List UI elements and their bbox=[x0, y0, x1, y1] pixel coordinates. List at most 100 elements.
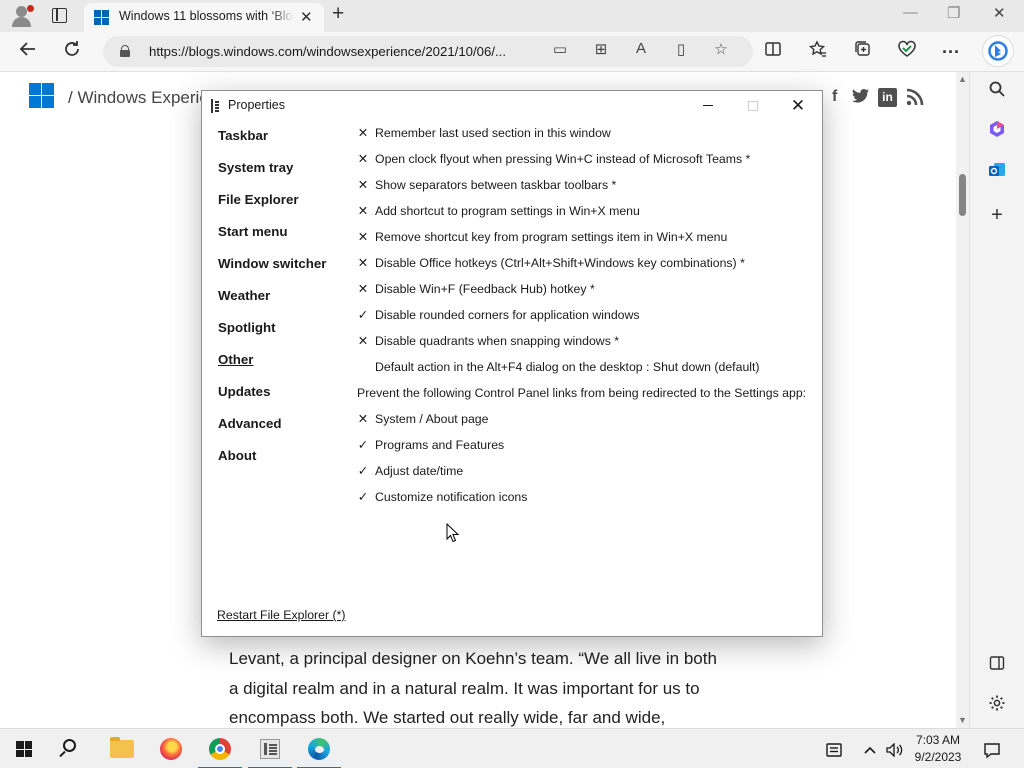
page-scrollbar[interactable]: ▲ ▼ bbox=[956, 72, 969, 728]
option-redirect-notification-icons[interactable]: ✓ Customize notification icons bbox=[357, 487, 817, 507]
taskbar-file-explorer[interactable] bbox=[98, 729, 146, 768]
system-clock[interactable]: 7:03 AM 9/2/2023 bbox=[908, 732, 968, 766]
option-mark: ✓ bbox=[357, 308, 369, 322]
nav-item-updates[interactable]: Updates bbox=[218, 384, 270, 399]
nav-item-taskbar[interactable]: Taskbar bbox=[218, 128, 268, 143]
browser-essentials-icon[interactable] bbox=[894, 39, 920, 65]
option-mark: ✕ bbox=[357, 178, 369, 192]
clock-date: 9/2/2023 bbox=[914, 750, 962, 764]
nav-item-other[interactable]: Other bbox=[218, 352, 253, 367]
refresh-icon[interactable] bbox=[59, 39, 85, 65]
browser-close-button[interactable]: ✕ bbox=[993, 4, 1006, 22]
dialog-minimize-button[interactable] bbox=[686, 93, 730, 119]
option-mark: ✕ bbox=[357, 152, 369, 166]
browser-tab-active[interactable]: Windows 11 blossoms with ‘Bloom’ ✕ bbox=[84, 3, 324, 32]
immersive-reader-icon[interactable]: ▯ bbox=[670, 40, 692, 58]
add-sidebar-app-icon[interactable]: + bbox=[986, 204, 1008, 226]
tab-actions-icon[interactable] bbox=[52, 8, 67, 23]
taskbar-properties-app[interactable] bbox=[246, 729, 294, 768]
clock-time: 7:03 AM bbox=[915, 733, 961, 747]
sidebar-settings-gear-icon[interactable] bbox=[986, 694, 1008, 716]
notification-center-icon[interactable] bbox=[980, 729, 1004, 768]
option-label: Default action in the Alt+F4 dialog on t… bbox=[375, 360, 760, 374]
twitter-icon[interactable] bbox=[852, 88, 870, 109]
taskbar-firefox[interactable] bbox=[147, 729, 195, 768]
option-winx-shortcut[interactable]: ✕ Add shortcut to program settings in Wi… bbox=[357, 201, 817, 221]
app-available-icon[interactable]: ▭ bbox=[549, 40, 571, 58]
windows-logo-icon[interactable] bbox=[29, 83, 54, 108]
nav-item-advanced[interactable]: Advanced bbox=[218, 416, 282, 431]
scroll-down-arrow-icon[interactable]: ▼ bbox=[958, 715, 967, 725]
outlook-icon[interactable] bbox=[986, 161, 1008, 183]
option-mark: ✓ bbox=[357, 438, 369, 452]
option-label: Add shortcut to program settings in Win+… bbox=[375, 204, 640, 218]
option-redirect-date-time[interactable]: ✓ Adjust date/time bbox=[357, 461, 817, 481]
new-tab-button[interactable]: + bbox=[332, 2, 344, 26]
dialog-close-button[interactable]: ✕ bbox=[776, 93, 820, 119]
edge-sidebar: + bbox=[969, 72, 1024, 728]
option-toolbar-separators[interactable]: ✕ Show separators between taskbar toolba… bbox=[357, 175, 817, 195]
nav-item-window-switcher[interactable]: Window switcher bbox=[218, 256, 326, 271]
restart-file-explorer-link[interactable]: Restart File Explorer (*) bbox=[217, 608, 345, 622]
option-mark: ✕ bbox=[357, 126, 369, 140]
collections-icon[interactable] bbox=[850, 39, 876, 65]
taskbar-chrome[interactable] bbox=[196, 729, 244, 768]
favorite-star-icon[interactable]: ☆ bbox=[710, 40, 732, 58]
firefox-icon bbox=[160, 738, 182, 760]
nav-item-weather[interactable]: Weather bbox=[218, 288, 270, 303]
browser-minimize-button[interactable]: — bbox=[903, 4, 918, 21]
favorites-icon[interactable] bbox=[805, 39, 831, 65]
bing-chat-icon[interactable] bbox=[982, 35, 1014, 67]
dialog-titlebar[interactable]: Properties ✕ bbox=[202, 91, 822, 121]
browser-tab-strip: Windows 11 blossoms with ‘Bloom’ ✕ + — ❐… bbox=[0, 0, 1024, 32]
back-arrow-icon[interactable] bbox=[15, 39, 41, 65]
dialog-title: Properties bbox=[228, 98, 285, 112]
option-feedback-hub-hotkey[interactable]: ✕ Disable Win+F (Feedback Hub) hotkey * bbox=[357, 279, 817, 299]
browser-restore-button[interactable]: ❐ bbox=[947, 4, 960, 22]
scroll-up-arrow-icon[interactable]: ▲ bbox=[958, 74, 967, 84]
split-screen-icon[interactable] bbox=[760, 39, 786, 65]
option-clock-flyout[interactable]: ✕ Open clock flyout when pressing Win+C … bbox=[357, 149, 817, 169]
option-label: Disable quadrants when snapping windows … bbox=[375, 334, 620, 348]
windows-start-icon bbox=[16, 741, 32, 757]
windows-taskbar: 7:03 AM 9/2/2023 bbox=[0, 728, 1024, 768]
scroll-thumb[interactable] bbox=[959, 174, 966, 216]
taskbar-edge[interactable] bbox=[295, 729, 343, 768]
option-remember-section[interactable]: ✕ Remember last used section in this win… bbox=[357, 123, 817, 143]
nav-item-file-explorer[interactable]: File Explorer bbox=[218, 192, 299, 207]
search-icon[interactable] bbox=[986, 80, 1008, 102]
more-options-icon[interactable]: ··· bbox=[938, 39, 964, 65]
volume-icon[interactable] bbox=[884, 729, 906, 768]
hide-sidebar-icon[interactable] bbox=[986, 655, 1008, 677]
news-widget-icon[interactable] bbox=[822, 729, 846, 768]
option-snap-quadrants[interactable]: ✕ Disable quadrants when snapping window… bbox=[357, 331, 817, 351]
apps-grid-icon[interactable]: ⊞ bbox=[590, 40, 612, 58]
nav-item-about[interactable]: About bbox=[218, 448, 256, 463]
option-redirect-programs-features[interactable]: ✓ Programs and Features bbox=[357, 435, 817, 455]
option-label: Disable rounded corners for application … bbox=[375, 308, 640, 322]
start-button[interactable] bbox=[0, 729, 48, 768]
nav-item-start-menu[interactable]: Start menu bbox=[218, 224, 287, 239]
url-text[interactable]: https://blogs.windows.com/windowsexperie… bbox=[149, 44, 506, 59]
option-alt-f4-default-action[interactable]: Default action in the Alt+F4 dialog on t… bbox=[357, 357, 817, 377]
nav-item-spotlight[interactable]: Spotlight bbox=[218, 320, 276, 335]
linkedin-icon[interactable]: in bbox=[878, 88, 897, 107]
option-mark: ✕ bbox=[357, 412, 369, 426]
article-line: Levant, a principal designer on Koehn’s … bbox=[229, 649, 717, 668]
office-icon[interactable] bbox=[986, 120, 1008, 142]
option-office-hotkeys[interactable]: ✕ Disable Office hotkeys (Ctrl+Alt+Shift… bbox=[357, 253, 817, 273]
option-winx-shortcut-key[interactable]: ✕ Remove shortcut key from program setti… bbox=[357, 227, 817, 247]
option-rounded-corners[interactable]: ✓ Disable rounded corners for applicatio… bbox=[357, 305, 817, 325]
article-line: encompass both. We started out really wi… bbox=[229, 708, 666, 727]
tray-overflow-chevron-icon[interactable] bbox=[860, 729, 880, 768]
tab-close-icon[interactable]: ✕ bbox=[300, 8, 313, 26]
rss-icon[interactable] bbox=[906, 88, 924, 111]
read-aloud-icon[interactable]: A bbox=[630, 40, 652, 57]
facebook-icon[interactable]: f bbox=[832, 88, 837, 106]
address-bar[interactable]: https://blogs.windows.com/windowsexperie… bbox=[103, 36, 753, 67]
taskbar-search-button[interactable] bbox=[48, 729, 96, 768]
profile-avatar-icon[interactable] bbox=[10, 5, 34, 27]
lock-icon[interactable] bbox=[120, 45, 130, 57]
nav-item-system-tray[interactable]: System tray bbox=[218, 160, 293, 175]
option-redirect-about-page[interactable]: ✕ System / About page bbox=[357, 409, 817, 429]
